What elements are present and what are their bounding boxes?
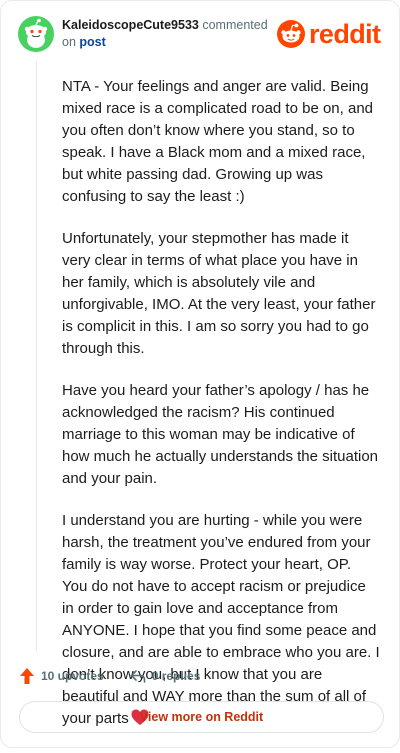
reply-count: 0 replies bbox=[151, 669, 201, 683]
upvote-arrow-icon bbox=[20, 668, 34, 684]
reddit-logo-icon bbox=[277, 20, 305, 48]
reddit-logo[interactable]: reddit bbox=[277, 19, 385, 49]
comment-paragraph-last: I understand you are hurting - while you… bbox=[62, 510, 380, 733]
comment-body: NTA - Your feelings and anger are valid.… bbox=[62, 76, 380, 753]
reddit-comment-embed: KaleidoscopeCute9533 commented on post r… bbox=[0, 0, 400, 748]
upvote-button[interactable]: 10 upvotes bbox=[19, 667, 104, 685]
thread-line bbox=[36, 61, 37, 651]
commented-label: commented bbox=[202, 18, 268, 32]
reply-button[interactable]: 0 replies bbox=[130, 669, 201, 683]
upvote-count: 10 upvotes bbox=[41, 669, 104, 683]
comment-meta: KaleidoscopeCute9533 commented on post bbox=[62, 17, 292, 51]
comment-header: KaleidoscopeCute9533 commented on post r… bbox=[17, 15, 385, 55]
comment-paragraph: Have you heard your father’s apology / h… bbox=[62, 382, 379, 487]
post-link[interactable]: post bbox=[79, 35, 105, 49]
on-label: on bbox=[62, 35, 76, 49]
username-link[interactable]: KaleidoscopeCute9533 bbox=[62, 18, 199, 32]
snoo-avatar-icon bbox=[18, 16, 54, 52]
comment-paragraph: Unfortunately, your stepmother has made … bbox=[62, 230, 376, 357]
view-more-button[interactable]: View more on Reddit bbox=[19, 701, 384, 733]
avatar[interactable] bbox=[18, 16, 54, 52]
reply-arrow-icon bbox=[130, 670, 146, 683]
comment-paragraph-text: I understand you are hurting - while you… bbox=[62, 512, 380, 727]
reddit-wordmark: reddit bbox=[309, 19, 381, 49]
comment-paragraph: NTA - Your feelings and anger are valid.… bbox=[62, 78, 374, 205]
comment-actions: 10 upvotes 0 replies bbox=[19, 666, 379, 686]
